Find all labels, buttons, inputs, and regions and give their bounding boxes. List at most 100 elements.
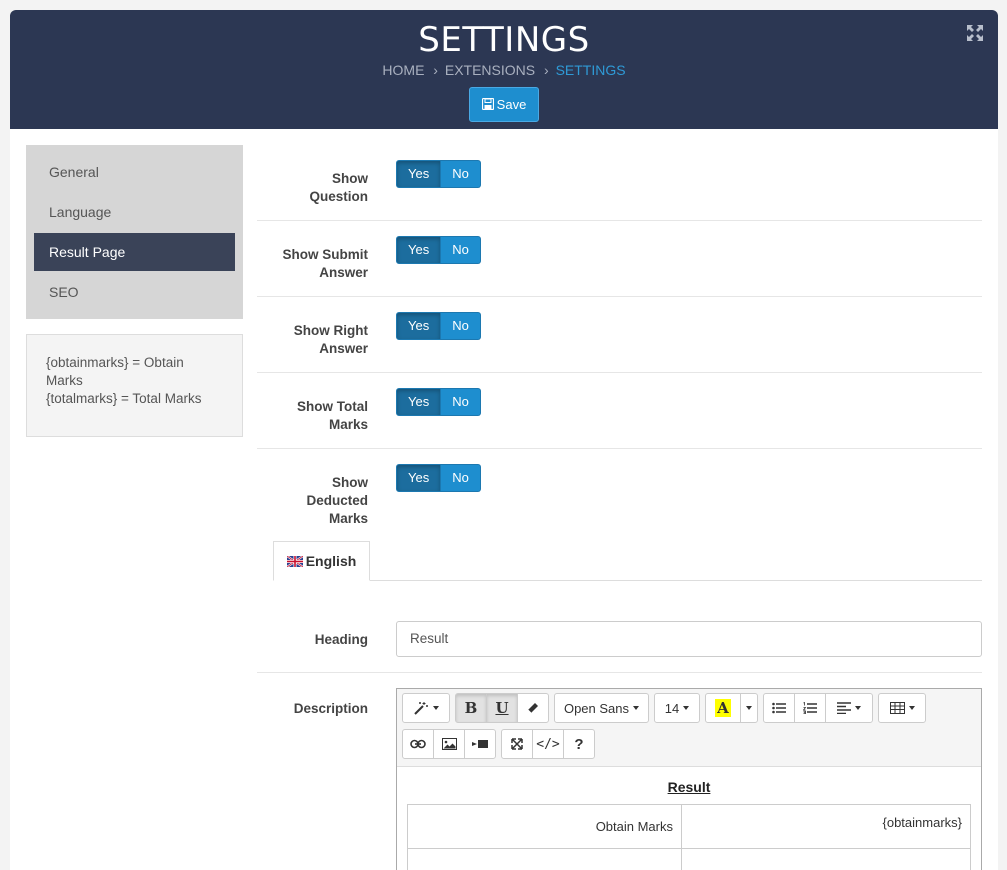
description-editor: B U Open Sans 14 — [396, 688, 982, 870]
show-question-row: Show Question Yes No — [257, 145, 982, 221]
sidebar-item-general[interactable]: General — [34, 153, 235, 191]
label-line: Marks — [257, 510, 368, 528]
no-option[interactable]: No — [441, 236, 481, 264]
show-deducted-marks-label: Show Deducted Marks — [257, 449, 368, 541]
no-option[interactable]: No — [441, 464, 481, 492]
breadcrumb: HOME › EXTENSIONS › SETTINGS — [10, 62, 998, 78]
yes-option[interactable]: Yes — [396, 236, 441, 264]
yes-option[interactable]: Yes — [396, 388, 441, 416]
show-total-marks-toggle: Yes No — [396, 388, 481, 416]
bullet-list-icon — [772, 702, 786, 714]
settings-form: Show Question Yes No Show Submit Answer … — [257, 145, 982, 870]
note-line: {totalmarks} = Total Marks — [46, 390, 223, 408]
show-question-label: Show Question — [257, 145, 368, 220]
eraser-icon — [527, 702, 539, 714]
show-question-toggle: Yes No — [396, 160, 481, 188]
no-option[interactable]: No — [441, 160, 481, 188]
show-submit-answer-label: Show Submit Answer — [257, 221, 368, 296]
yes-option[interactable]: Yes — [396, 312, 441, 340]
content-title: Result — [407, 779, 971, 795]
no-option[interactable]: No — [441, 388, 481, 416]
label-line: Show — [257, 474, 368, 492]
breadcrumb-settings: SETTINGS — [556, 62, 626, 78]
picture-icon — [442, 738, 457, 750]
table-icon — [890, 702, 905, 714]
fullscreen-button[interactable] — [501, 729, 533, 759]
highlight-glyph: A — [715, 699, 731, 717]
ordered-list-button[interactable] — [794, 693, 826, 723]
help-glyph: ? — [574, 736, 583, 753]
help-button[interactable]: ? — [563, 729, 595, 759]
note-line: {obtainmarks} = Obtain Marks — [46, 354, 223, 390]
table-row: Obtain Marks {obtainmarks} — [408, 805, 971, 849]
bold-button[interactable]: B — [455, 693, 487, 723]
sidebar-item-language[interactable]: Language — [34, 193, 235, 231]
language-tabs: English — [273, 541, 982, 581]
sidebar-item-result-page[interactable]: Result Page — [34, 233, 235, 271]
table-cell — [408, 849, 682, 870]
code-view-button[interactable]: </> — [532, 729, 564, 759]
tab-english-label: English — [306, 553, 357, 569]
expand-arrows-icon — [511, 738, 523, 750]
breadcrumb-home[interactable]: HOME — [382, 62, 424, 78]
highlight-color-button[interactable]: A — [705, 693, 741, 723]
breadcrumb-extensions[interactable]: EXTENSIONS — [445, 62, 535, 78]
font-size-value: 14 — [665, 701, 679, 716]
label-line: Show — [257, 170, 368, 188]
page-header: SETTINGS HOME › EXTENSIONS › SETTINGS Sa… — [10, 10, 998, 129]
yes-option[interactable]: Yes — [396, 464, 441, 492]
show-right-answer-toggle: Yes No — [396, 312, 481, 340]
save-button-label: Save — [497, 97, 527, 112]
table-dropdown-button[interactable] — [878, 693, 926, 723]
align-left-icon — [837, 702, 851, 714]
color-dropdown-button[interactable] — [740, 693, 758, 723]
video-icon — [472, 739, 488, 749]
style-dropdown-button[interactable] — [402, 693, 450, 723]
sidebar: General Language Result Page SEO {obtain… — [26, 145, 243, 437]
label-line: Show Total — [257, 398, 368, 416]
heading-label: Heading — [257, 581, 368, 672]
heading-row: Heading Result — [257, 581, 982, 673]
editor-content[interactable]: Result Obtain Marks {obtainmarks} — [397, 767, 981, 870]
show-total-marks-row: Show Total Marks Yes No — [257, 373, 982, 449]
label-line: Answer — [257, 340, 368, 358]
fullscreen-icon[interactable] — [966, 24, 984, 42]
show-deducted-marks-toggle: Yes No — [396, 464, 481, 492]
settings-window: SETTINGS HOME › EXTENSIONS › SETTINGS Sa… — [10, 10, 998, 870]
breadcrumb-separator: › — [433, 62, 438, 78]
placeholder-help-note: {obtainmarks} = Obtain Marks {totalmarks… — [26, 334, 243, 437]
yes-option[interactable]: Yes — [396, 160, 441, 188]
magic-wand-icon — [413, 701, 429, 715]
table-cell: Obtain Marks — [408, 805, 682, 849]
underline-button[interactable]: U — [486, 693, 518, 723]
editor-toolbar: B U Open Sans 14 — [397, 689, 981, 767]
code-glyph: </> — [536, 737, 559, 752]
bold-glyph: B — [465, 699, 478, 717]
font-family-dropdown[interactable]: Open Sans — [554, 693, 649, 723]
numbered-list-icon — [803, 702, 817, 714]
heading-input[interactable]: Result — [396, 621, 982, 657]
result-table: Obtain Marks {obtainmarks} — [407, 804, 971, 870]
clear-format-button[interactable] — [517, 693, 549, 723]
show-deducted-marks-row: Show Deducted Marks Yes No — [257, 449, 982, 541]
tab-english[interactable]: English — [273, 541, 370, 581]
insert-picture-button[interactable] — [433, 729, 465, 759]
save-button[interactable]: Save — [469, 87, 540, 122]
no-option[interactable]: No — [441, 312, 481, 340]
table-cell — [682, 849, 971, 870]
floppy-disk-icon — [482, 98, 494, 110]
show-total-marks-label: Show Total Marks — [257, 373, 368, 448]
show-submit-answer-toggle: Yes No — [396, 236, 481, 264]
sidebar-item-seo[interactable]: SEO — [34, 273, 235, 311]
show-right-answer-label: Show Right Answer — [257, 297, 368, 372]
unordered-list-button[interactable] — [763, 693, 795, 723]
label-line: Show Right — [257, 322, 368, 340]
insert-video-button[interactable] — [464, 729, 496, 759]
description-row: Description B U — [257, 673, 982, 870]
paragraph-align-dropdown[interactable] — [825, 693, 873, 723]
show-submit-answer-row: Show Submit Answer Yes No — [257, 221, 982, 297]
page-title: SETTINGS — [10, 10, 998, 60]
font-size-dropdown[interactable]: 14 — [654, 693, 700, 723]
settings-menu: General Language Result Page SEO — [26, 145, 243, 319]
insert-link-button[interactable] — [402, 729, 434, 759]
